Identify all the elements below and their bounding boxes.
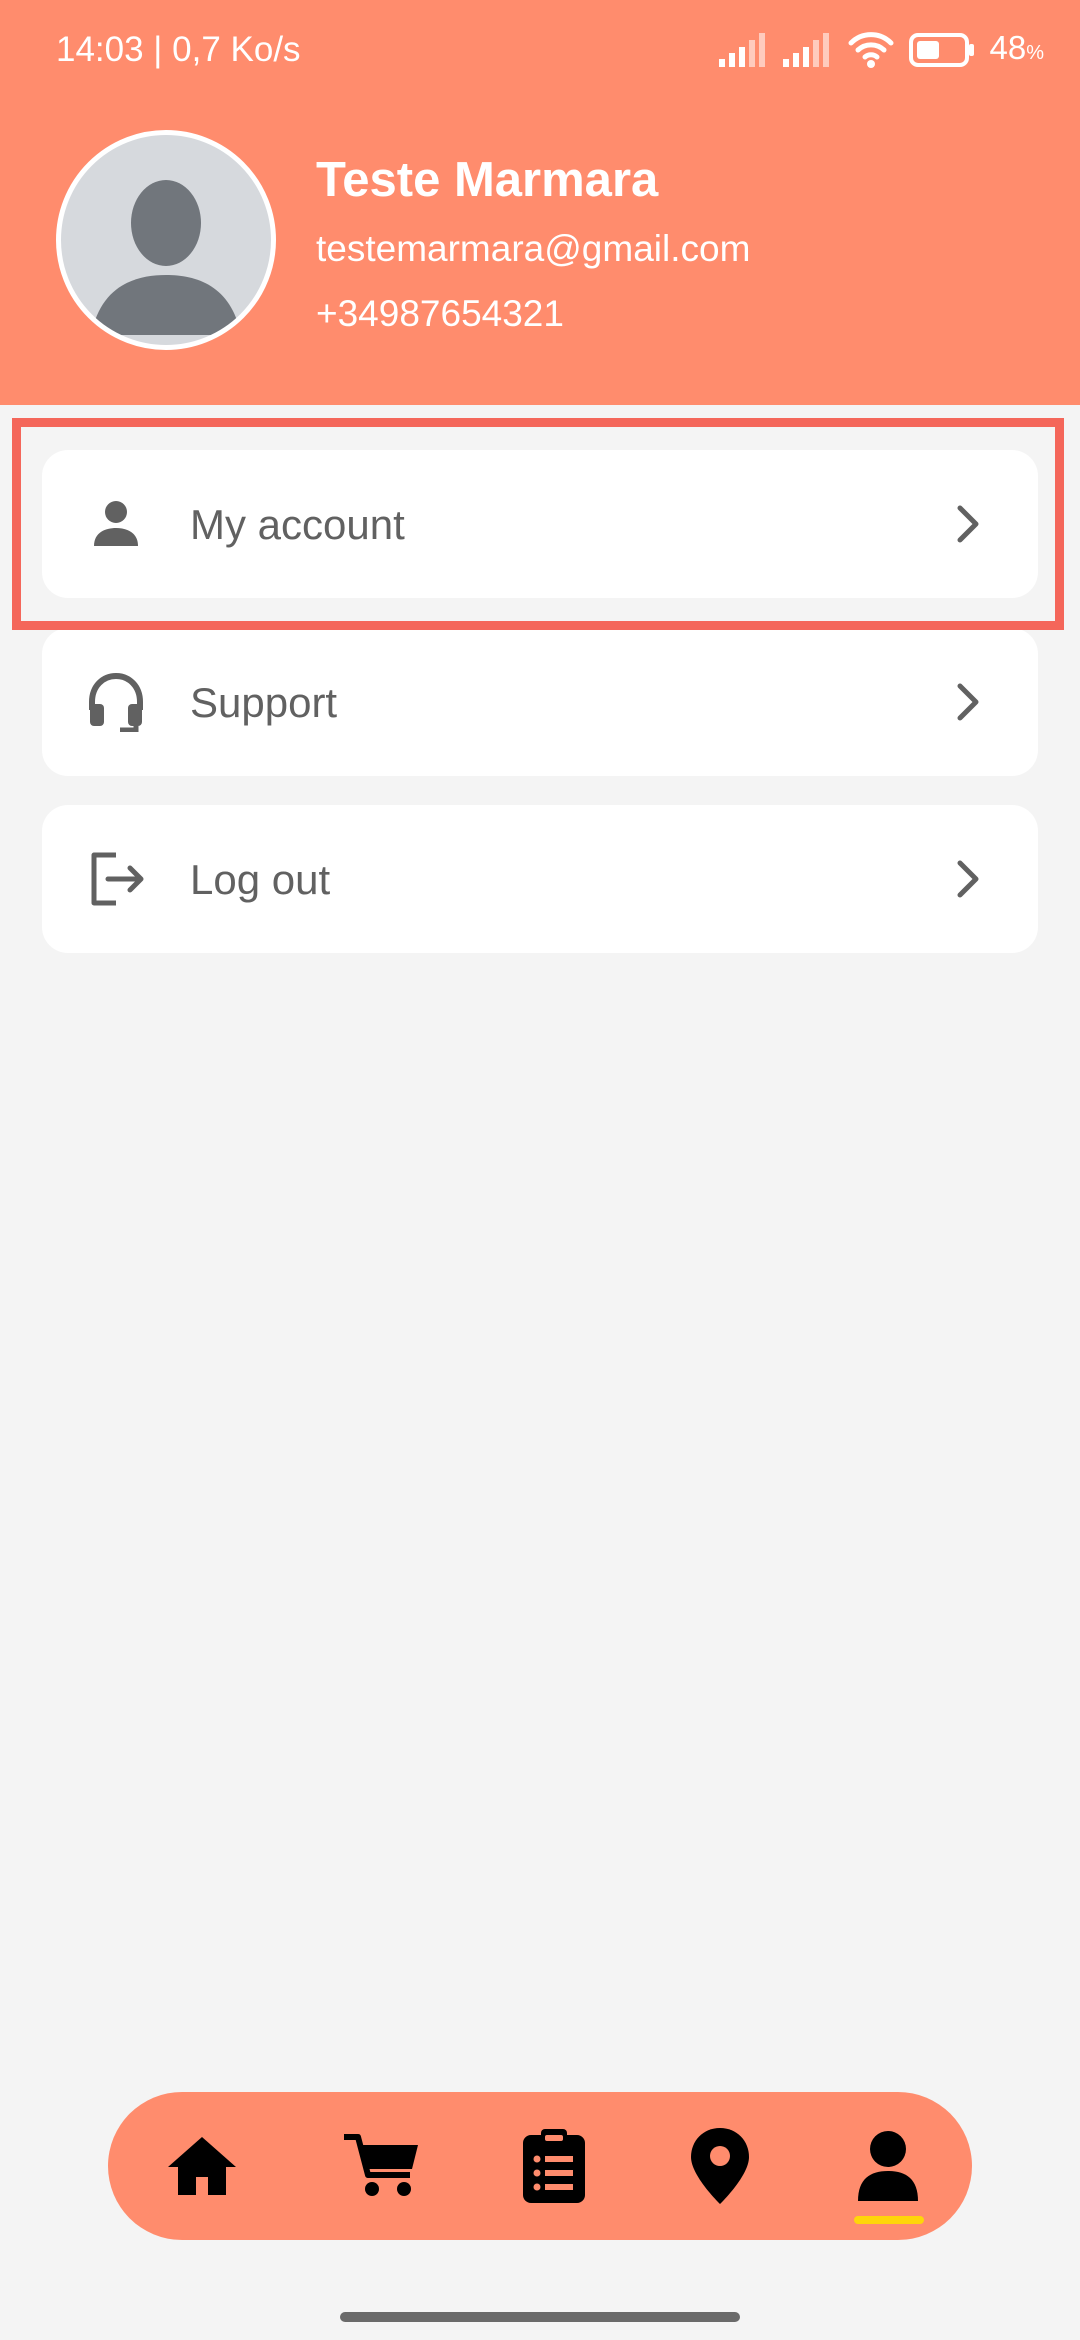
status-bar: 14:03 | 0,7 Ko/s 48% [0,0,1080,100]
battery-level: 48% [989,28,1044,66]
profile-phone: +34987654321 [316,293,564,334]
menu-item-label: My account [190,501,405,548]
nav-location-button[interactable] [680,2126,760,2206]
signal-icon [719,33,766,67]
headset-icon [89,672,143,732]
profile-email: testemarmara@gmail.com [316,228,751,269]
profile-name: Teste Marmara [316,153,659,207]
nav-cart-button[interactable] [342,2126,422,2206]
menu-item-my-account[interactable]: My account [42,450,1038,598]
profile-screen: 14:03 | 0,7 Ko/s 48% Teste Marmara teste… [0,0,1080,2340]
clipboard-list-icon [523,2129,585,2203]
chevron-right-icon [957,860,979,898]
logout-icon [91,852,144,906]
battery-icon [909,33,975,67]
avatar[interactable] [56,130,276,350]
menu-item-label: Support [190,679,338,726]
signal-icon-2 [783,33,830,67]
chevron-right-icon [957,683,979,721]
status-time: 14:03 | 0,7 Ko/s [56,30,301,69]
location-pin-icon [691,2128,749,2204]
nav-profile-button[interactable] [848,2126,928,2206]
menu-item-log-out[interactable]: Log out [42,805,1038,953]
nav-orders-button[interactable] [514,2126,594,2206]
menu-item-label: Log out [190,856,331,903]
system-home-indicator[interactable] [340,2312,740,2322]
status-icons: 48% [719,26,1044,74]
wifi-icon [848,32,894,68]
nav-home-button[interactable] [162,2126,242,2206]
home-icon [168,2137,236,2195]
profile-header: 14:03 | 0,7 Ko/s 48% Teste Marmara teste… [0,0,1080,405]
avatar-placeholder-icon [91,180,241,335]
user-icon [858,2131,918,2201]
active-tab-indicator [854,2216,924,2224]
person-icon [94,501,138,546]
chevron-right-icon [957,505,979,543]
bottom-nav [108,2092,972,2240]
cart-icon [344,2134,418,2196]
menu-item-support[interactable]: Support [42,628,1038,776]
